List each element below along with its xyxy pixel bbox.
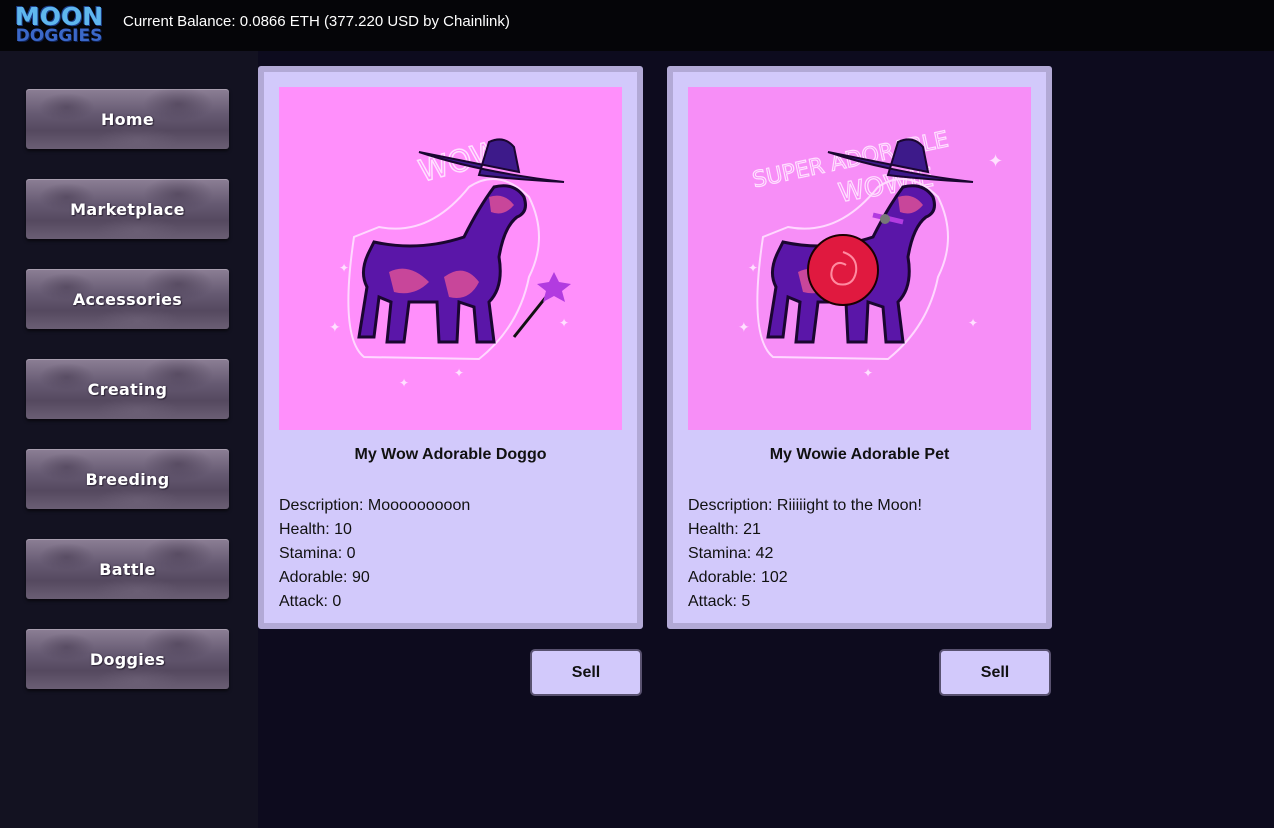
- dog-illustration: WOW ✦ ✦ ✦ ✦ ✦: [329, 134, 571, 390]
- sell-button[interactable]: Sell: [939, 649, 1051, 696]
- sidebar-item-home[interactable]: Home: [26, 89, 229, 149]
- sidebar-item-label: Home: [100, 109, 155, 129]
- sidebar-item-label: Battle: [99, 559, 156, 579]
- sidebar-item-label: Breeding: [85, 469, 170, 489]
- doggie-stamina: Stamina: 42: [688, 545, 774, 562]
- logo-line-1: MOON: [14, 1, 104, 31]
- doggie-health: Health: 10: [279, 521, 352, 538]
- svg-text:✦: ✦: [329, 320, 341, 336]
- svg-text:✦: ✦: [399, 376, 409, 390]
- sidebar-item-label: Accessories: [72, 289, 183, 309]
- sidebar-item-label: Creating: [87, 379, 168, 399]
- doggie-card: WOW ✦ ✦ ✦ ✦ ✦ My Wow Adorable Doggo Desc…: [258, 66, 643, 629]
- doggie-adorable: Adorable: 102: [688, 569, 788, 586]
- doggie-attack: Attack: 5: [688, 593, 751, 610]
- sidebar-item-marketplace[interactable]: Marketplace: [26, 179, 229, 239]
- svg-text:✦: ✦: [863, 366, 873, 380]
- sidebar-item-creating[interactable]: Creating: [26, 359, 229, 419]
- sidebar-item-doggies[interactable]: Doggies: [26, 629, 229, 689]
- doggie-card: SUPER ADORABLE WOWIE ✦ ✦ ✦ ✦ ✦ My Wowie …: [667, 66, 1052, 629]
- sidebar-item-accessories[interactable]: Accessories: [26, 269, 229, 329]
- doggie-description: Description: Mooooooooon: [279, 497, 471, 514]
- svg-text:✦: ✦: [748, 261, 758, 275]
- svg-text:✦: ✦: [968, 316, 978, 330]
- doggie-image: SUPER ADORABLE WOWIE ✦ ✦ ✦ ✦ ✦: [688, 87, 1031, 430]
- doggie-attributes: Description: Mooooooooon Health: 10 Stam…: [279, 494, 470, 614]
- doggie-name: My Wow Adorable Doggo: [354, 446, 547, 463]
- svg-text:✦: ✦: [339, 261, 349, 275]
- doggie-adorable: Adorable: 90: [279, 569, 370, 586]
- doggie-name: My Wowie Adorable Pet: [769, 446, 950, 463]
- svg-text:✦: ✦: [559, 316, 569, 330]
- dog-illustration: SUPER ADORABLE WOWIE ✦ ✦ ✦ ✦ ✦: [738, 127, 1003, 380]
- svg-text:✦: ✦: [454, 366, 464, 380]
- logo-line-2: DOGGIES: [15, 25, 103, 46]
- doggie-health: Health: 21: [688, 521, 761, 538]
- doggie-image: WOW ✦ ✦ ✦ ✦ ✦: [279, 87, 622, 430]
- svg-text:✦: ✦: [988, 151, 1003, 172]
- svg-text:✦: ✦: [738, 320, 750, 336]
- sidebar-item-label: Marketplace: [70, 199, 185, 219]
- doggie-stamina: Stamina: 0: [279, 545, 356, 562]
- doggie-attributes: Description: Riiiiight to the Moon! Heal…: [688, 494, 922, 614]
- sidebar-item-label: Doggies: [89, 649, 166, 669]
- sidebar-item-battle[interactable]: Battle: [26, 539, 229, 599]
- doggie-description: Description: Riiiiight to the Moon!: [688, 497, 922, 514]
- top-bar: MOON DOGGIES Current Balance: 0.0866 ETH…: [0, 0, 1274, 51]
- sell-button[interactable]: Sell: [530, 649, 642, 696]
- sidebar: [0, 51, 258, 828]
- doggie-attack: Attack: 0: [279, 593, 342, 610]
- balance-text: Current Balance: 0.0866 ETH (377.220 USD…: [123, 13, 510, 30]
- sidebar-item-breeding[interactable]: Breeding: [26, 449, 229, 509]
- moon-doggies-logo[interactable]: MOON DOGGIES: [15, 3, 103, 45]
